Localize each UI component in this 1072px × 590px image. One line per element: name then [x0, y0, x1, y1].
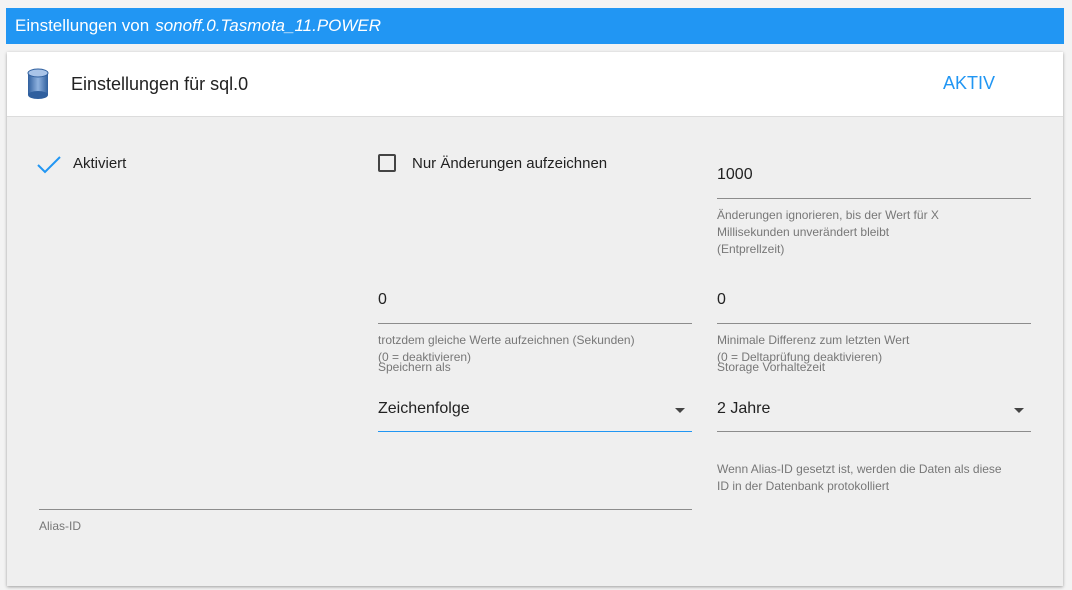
enabled-label: Aktiviert: [73, 155, 127, 172]
store-as-dropdown-icon[interactable]: [675, 408, 685, 413]
store-as-select[interactable]: Zeichenfolge: [378, 400, 470, 418]
debounce-input[interactable]: 1000: [717, 166, 753, 184]
changes-only-label: Nur Änderungen aufzeichnen: [412, 155, 608, 172]
debounce-underline: [717, 198, 1031, 199]
retention-underline: [717, 431, 1031, 432]
alias-id-underline: [39, 509, 692, 510]
sql-settings-panel: Einstellungen für sql.0 AKTIV: [7, 52, 1063, 586]
panel-title: Einstellungen für sql.0: [71, 74, 249, 94]
dialog-title-bar: Einstellungen von sonoff.0.Tasmota_11.PO…: [6, 8, 1064, 44]
retention-select[interactable]: 2 Jahre: [717, 400, 770, 418]
same-values-input[interactable]: 0: [378, 291, 387, 309]
retention-dropdown-icon[interactable]: [1014, 408, 1024, 413]
dialog-title-prefix: Einstellungen von: [15, 16, 150, 35]
status-active-label[interactable]: AKTIV: [943, 73, 995, 94]
same-values-underline: [378, 323, 692, 324]
retention-label: Storage Vorhaltezeit: [717, 360, 826, 374]
changes-only-checkbox[interactable]: [378, 154, 396, 172]
store-as-label: Speichern als: [378, 360, 451, 374]
panel-header[interactable]: Einstellungen für sql.0 AKTIV: [7, 52, 1063, 117]
alias-id-input[interactable]: [39, 478, 689, 502]
store-as-underline: [378, 431, 692, 432]
dialog-object-id: sonoff.0.Tasmota_11.POWER: [155, 16, 382, 35]
debounce-helper: Änderungen ignorieren, bis der Wert für …: [717, 208, 939, 256]
min-diff-input[interactable]: 0: [717, 291, 726, 309]
database-icon: [27, 68, 49, 99]
min-diff-underline: [717, 323, 1031, 324]
alias-helper: Wenn Alias-ID gesetzt ist, werden die Da…: [717, 462, 1002, 493]
alias-id-label: Alias-ID: [39, 519, 82, 533]
enabled-checkmark-icon[interactable]: [36, 155, 62, 175]
